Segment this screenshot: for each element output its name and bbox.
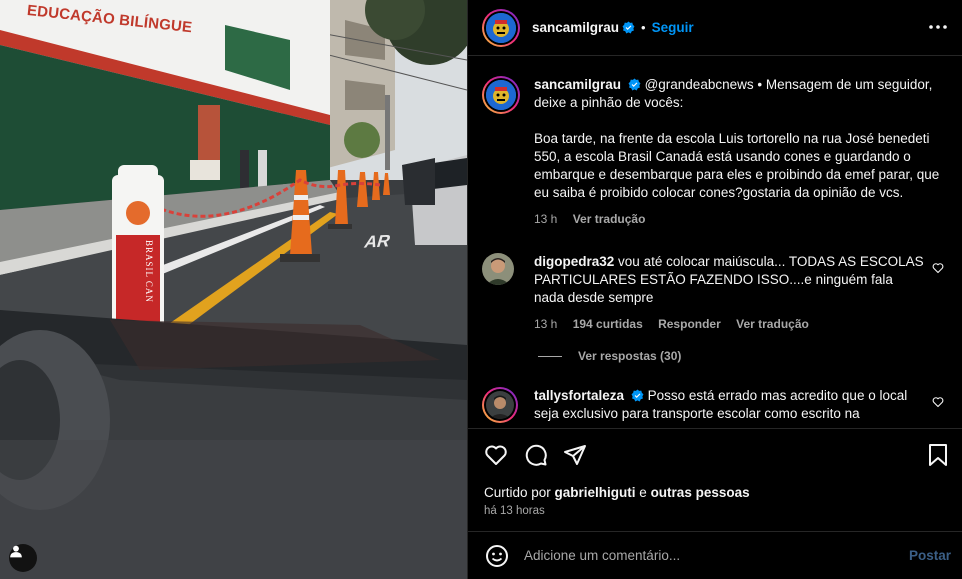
heart-icon <box>932 397 944 408</box>
liked-by-user[interactable]: gabrielhiguti <box>555 485 636 500</box>
comment-likes[interactable]: 194 curtidas <box>573 317 643 331</box>
like-comment-button[interactable] <box>932 396 944 411</box>
mascot-logo-icon <box>486 12 516 43</box>
like-button[interactable] <box>483 442 509 468</box>
post-timestamp[interactable]: há 13 horas <box>484 505 545 517</box>
share-button[interactable] <box>562 442 588 468</box>
profile-photo-icon <box>486 391 514 419</box>
bookmark-icon <box>929 444 947 466</box>
send-icon <box>564 445 586 465</box>
commenter-avatar[interactable] <box>482 387 518 423</box>
author-avatar[interactable] <box>482 8 520 47</box>
comment-author[interactable]: digopedra32 <box>534 254 614 269</box>
reply-link[interactable]: Responder <box>658 317 721 331</box>
emoji-icon <box>486 544 508 567</box>
caption-body: Boa tarde, na frente da escola Luis tort… <box>534 131 940 200</box>
liked-by-others[interactable]: outras pessoas <box>651 485 750 500</box>
more-horizontal-icon <box>929 25 947 29</box>
heart-icon <box>485 445 507 465</box>
heart-icon <box>932 263 944 274</box>
mascot-logo-icon <box>486 80 516 110</box>
more-options-button[interactable] <box>927 16 949 38</box>
verified-badge-icon <box>628 78 641 91</box>
post-details-panel: sancamilgrau • Seguir sancamilgrau @gran… <box>467 0 962 579</box>
emoji-button[interactable] <box>484 543 510 569</box>
author-username[interactable]: sancamilgrau <box>532 20 619 35</box>
comment-item: tallysfortaleza Posso está errado mas ac… <box>482 387 952 423</box>
user-icon <box>10 545 22 558</box>
liked-by-text: Curtido por gabrielhiguti e outras pesso… <box>484 485 750 500</box>
comment-item: digopedra32 vou até colocar maiúscula...… <box>482 253 952 333</box>
comment-input[interactable] <box>524 548 884 563</box>
comment-translate-link[interactable]: Ver tradução <box>736 317 809 331</box>
caption-author[interactable]: sancamilgrau <box>534 77 621 92</box>
tagged-users-button[interactable] <box>9 544 37 572</box>
caption-translate-link[interactable]: Ver tradução <box>573 212 646 226</box>
post-caption: sancamilgrau @grandeabcnews • Mensagem d… <box>482 76 952 228</box>
post-actions: Curtido por gabrielhiguti e outras pesso… <box>468 428 962 531</box>
post-photo[interactable]: EDUCAÇÃO BILÍNGUE BRASIL CAN AR <box>0 0 467 579</box>
view-replies-button[interactable]: Ver respostas (30) <box>538 349 681 363</box>
verified-badge-icon <box>622 21 635 34</box>
avatar-image <box>486 12 516 43</box>
sign-text: BRASIL CAN <box>144 240 154 303</box>
save-button[interactable] <box>925 442 951 468</box>
profile-photo-icon <box>482 253 514 285</box>
comment-icon <box>525 444 547 466</box>
comment-time: 13 h <box>534 317 558 331</box>
post-header: sancamilgrau • Seguir <box>468 0 962 56</box>
caption-author-avatar[interactable] <box>482 76 520 114</box>
caption-mention[interactable]: @grandeabcnews <box>645 77 754 92</box>
like-comment-button[interactable] <box>932 262 944 277</box>
caption-time: 13 h <box>534 212 558 226</box>
comments-list[interactable]: sancamilgrau @grandeabcnews • Mensagem d… <box>468 57 962 427</box>
add-comment-bar: Postar <box>468 531 962 579</box>
commenter-avatar[interactable] <box>482 253 514 285</box>
post-comment-button[interactable]: Postar <box>909 548 951 563</box>
comment-button[interactable] <box>523 442 549 468</box>
comment-author[interactable]: tallysfortaleza <box>534 388 624 403</box>
instagram-post-modal: EDUCAÇÃO BILÍNGUE BRASIL CAN AR sancamil… <box>0 0 962 579</box>
street-scene-image <box>0 0 467 579</box>
verified-badge-icon <box>631 389 644 402</box>
follow-button[interactable]: Seguir <box>652 20 694 35</box>
